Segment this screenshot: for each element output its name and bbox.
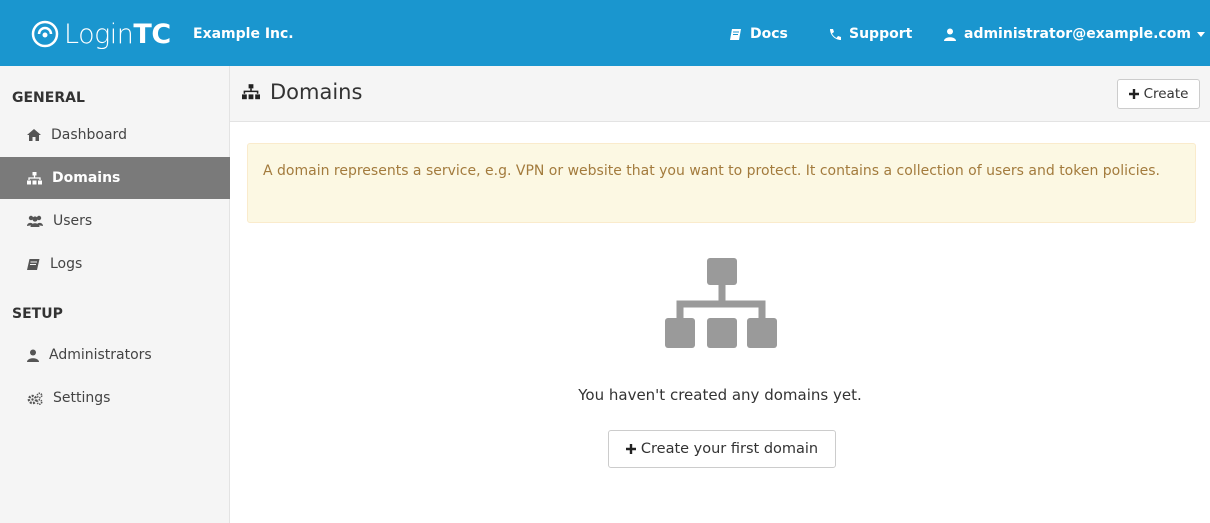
docs-link[interactable]: Docs bbox=[730, 26, 788, 42]
page-header: Domains Create bbox=[230, 66, 1210, 122]
logintc-logo[interactable]: LoginTC bbox=[30, 14, 171, 54]
sitemap-icon bbox=[27, 171, 42, 184]
sidebar-item-users[interactable]: Users bbox=[0, 200, 230, 242]
user-icon bbox=[27, 349, 39, 362]
page-title-text: Domains bbox=[270, 80, 363, 104]
logo-text: LoginTC bbox=[64, 18, 171, 50]
info-alert: A domain represents a service, e.g. VPN … bbox=[247, 143, 1196, 223]
phone-icon bbox=[830, 28, 841, 40]
create-first-domain-label: Create your first domain bbox=[640, 441, 819, 457]
docs-label: Docs bbox=[750, 26, 788, 42]
cogs-icon bbox=[27, 391, 43, 405]
home-icon bbox=[27, 129, 41, 141]
company-name[interactable]: Example Inc. bbox=[193, 26, 294, 42]
sidebar-item-administrators[interactable]: Administrators bbox=[0, 334, 230, 376]
sitemap-icon bbox=[242, 84, 260, 100]
sidebar-item-label: Administrators bbox=[49, 347, 152, 363]
sidebar-item-label: Domains bbox=[52, 170, 121, 186]
page-title: Domains bbox=[242, 80, 362, 104]
sidebar-item-label: Logs bbox=[50, 256, 83, 272]
section-heading-general: GENERAL bbox=[12, 90, 85, 106]
sidebar-item-dashboard[interactable]: Dashboard bbox=[0, 114, 230, 156]
sidebar-item-domains[interactable]: Domains bbox=[0, 157, 230, 199]
chevron-down-icon bbox=[1196, 31, 1205, 37]
sitemap-icon bbox=[665, 258, 777, 348]
sidebar-item-label: Settings bbox=[53, 390, 111, 406]
create-button[interactable]: Create bbox=[1117, 79, 1200, 109]
sidebar-item-label: Users bbox=[53, 213, 93, 229]
user-email: administrator@example.com bbox=[964, 26, 1191, 42]
create-first-domain-button[interactable]: Create your first domain bbox=[608, 430, 836, 468]
logo-mark-icon bbox=[31, 20, 59, 48]
support-link[interactable]: Support bbox=[828, 26, 912, 42]
user-icon bbox=[944, 28, 956, 41]
sidebar-item-logs[interactable]: Logs bbox=[0, 243, 230, 285]
user-menu[interactable]: administrator@example.com bbox=[944, 26, 1205, 42]
support-label: Support bbox=[849, 26, 913, 42]
users-icon bbox=[27, 215, 43, 227]
sidebar-item-settings[interactable]: Settings bbox=[0, 377, 230, 419]
book-icon bbox=[27, 258, 40, 270]
empty-state-message: You haven't created any domains yet. bbox=[578, 386, 862, 404]
sidebar: GENERAL Dashboard Domains Users Logs SET… bbox=[0, 66, 230, 523]
top-navbar: LoginTC Example Inc. Docs Support admini… bbox=[0, 0, 1210, 66]
section-heading-setup: SETUP bbox=[12, 306, 63, 322]
plus-icon bbox=[1128, 89, 1139, 99]
create-button-label: Create bbox=[1143, 86, 1189, 102]
plus-icon bbox=[625, 444, 636, 454]
sidebar-item-label: Dashboard bbox=[51, 127, 127, 143]
book-icon bbox=[730, 28, 741, 40]
main-content: A domain represents a service, e.g. VPN … bbox=[230, 122, 1210, 523]
